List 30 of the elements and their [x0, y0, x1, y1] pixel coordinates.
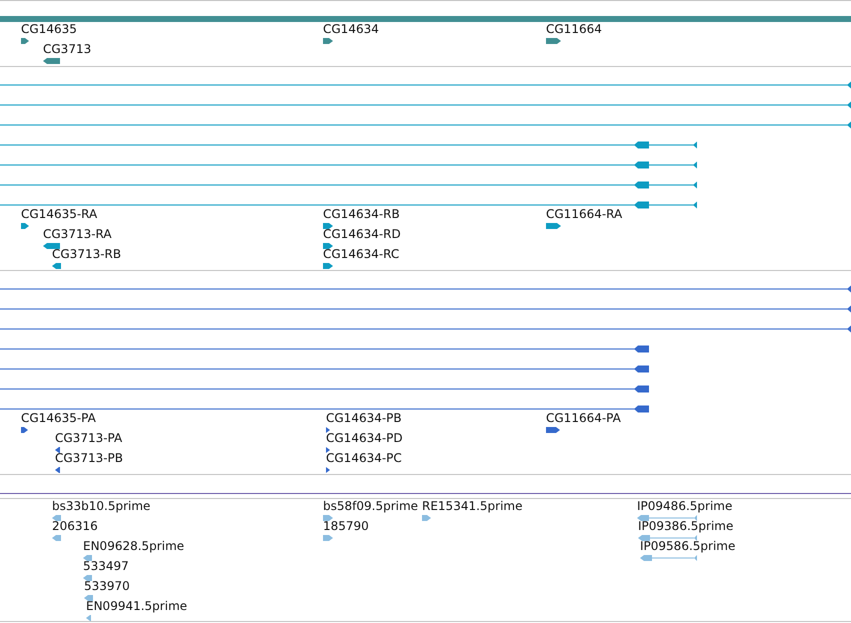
feature-label: CG14634-PC: [326, 451, 402, 465]
feature-label: RE15341.5prime: [422, 499, 522, 513]
feature-label: IP09586.5prime: [640, 539, 736, 553]
feature-label: CG14634-PD: [326, 431, 403, 445]
feature-label: IP09486.5prime: [637, 499, 732, 513]
feature-label: CG3713-RA: [43, 227, 112, 241]
feature-label: CG3713-PB: [55, 451, 124, 465]
feature-label: 533970: [84, 579, 130, 593]
feature-label: CG11664-PA: [546, 411, 621, 425]
feature-label: CG14634-RD: [323, 227, 401, 241]
feature-label: CG3713-RB: [52, 247, 122, 261]
feature-label: CG11664: [546, 22, 602, 36]
feature-label: CG3713-PA: [55, 431, 122, 445]
feature-label: CG14635: [21, 22, 77, 36]
feature-label: CG14635-PA: [21, 411, 96, 425]
feature-label: EN09628.5prime: [83, 539, 184, 553]
feature-label: CG14634-RC: [323, 247, 400, 261]
feature-label: bs58f09.5prime: [323, 499, 418, 513]
feature-label: bs33b10.5prime: [52, 499, 150, 513]
feature-label: IP09386.5prime: [638, 519, 734, 533]
feature-label: 533497: [83, 559, 129, 573]
feature-label: 185790: [323, 519, 369, 533]
feature-label: CG3713: [43, 42, 92, 56]
feature-label: CG14634-RB: [323, 207, 400, 221]
feature-label: EN09941.5prime: [86, 599, 188, 613]
feature-label: 206316: [52, 519, 98, 533]
feature-label: CG14634-PB: [326, 411, 402, 425]
feature-label: CG11664-RA: [546, 207, 622, 221]
feature-label: CG14634: [323, 22, 379, 36]
feature-label: CG14635-RA: [21, 207, 98, 221]
